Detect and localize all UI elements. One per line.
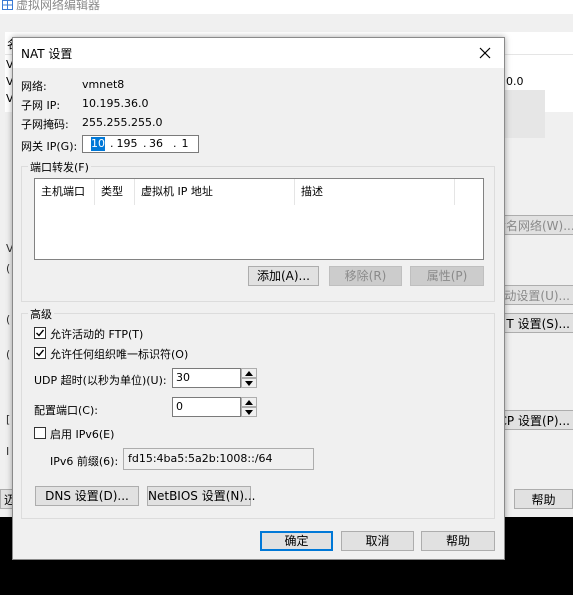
gateway-ip-input[interactable]: 10 . 195 . 36 . 1 [82,135,199,153]
bg-help-button[interactable]: 帮助 [514,489,573,509]
checkmark-icon [36,349,45,357]
port-forwarding-list-header: 主机端口 类型 虚拟机 IP 地址 描述 [35,179,483,205]
auto-settings-button[interactable]: 动设置(U)... [493,285,573,305]
enable-ipv6-checkbox[interactable] [34,427,46,439]
add-port-button[interactable]: 添加(A)... [248,266,319,286]
column-type[interactable]: 类型 [95,179,135,205]
allow-oui-checkbox[interactable] [34,347,46,359]
advanced-title: 高级 [28,306,54,322]
network-value: vmnet8 [82,78,125,91]
port-properties-button[interactable]: 属性(P) [410,266,484,286]
subnet-mask-value: 255.255.255.0 [82,116,163,129]
subnet-ip-label: 子网 IP: [21,99,61,112]
netbios-settings-button[interactable]: NetBIOS 设置(N)... [147,486,256,506]
dhcp-settings-button[interactable]: CP 设置(P)... [493,410,573,430]
gateway-octet-3[interactable]: 36 [147,137,165,151]
ipv6-prefix-input[interactable]: fd15:4ba5:5a2b:1008::/64 [123,448,314,470]
table-cell: 0.0 [506,75,524,88]
subnet-ip-value: 10.195.36.0 [82,97,149,110]
subnet-mask-label: 子网掩码: [21,118,69,131]
ok-button[interactable]: 确定 [260,531,333,551]
enable-ipv6-label[interactable]: 启用 IPv6(E) [50,426,114,442]
column-vm-ip[interactable]: 虚拟机 IP 地址 [135,179,295,205]
side-label: I [6,445,10,458]
close-button[interactable] [472,40,498,66]
editor-title: 虚拟网络编辑器 [16,0,101,12]
nat-settings-dialog: NAT 设置 网络: vmnet8 子网 IP: 10.195.36.0 子网掩… [12,37,505,560]
network-label: 网络: [21,80,47,93]
arrow-up-icon [245,371,253,376]
port-forwarding-title: 端口转发(F) [28,159,91,175]
config-port-input[interactable]: 0 [172,397,241,417]
side-label: ( [6,348,11,361]
config-port-spinner[interactable] [241,397,257,417]
close-icon [479,47,491,59]
spin-up-button[interactable] [241,397,257,407]
column-host-port[interactable]: 主机端口 [35,179,95,205]
dns-settings-button[interactable]: DNS 设置(D)... [35,486,139,506]
side-label: ( [6,313,11,326]
arrow-down-icon [245,410,253,415]
arrow-up-icon [245,400,253,405]
dialog-titlebar: NAT 设置 [13,38,504,68]
gateway-octet-4[interactable]: 1 [179,137,191,151]
spin-up-button[interactable] [241,368,257,378]
udp-timeout-label: UDP 超时(以秒为单位)(U): [34,374,167,387]
allow-ftp-label[interactable]: 允许活动的 FTP(T) [50,326,143,342]
arrow-down-icon [245,381,253,386]
spin-down-button[interactable] [241,407,257,417]
gateway-octet-1[interactable]: 10 [91,137,105,151]
cancel-button[interactable]: 取消 [341,531,414,551]
side-label: ( [6,262,11,275]
app-icon [2,0,13,10]
editor-titlebar: 虚拟网络编辑器 [0,0,573,14]
port-forwarding-list[interactable]: 主机端口 类型 虚拟机 IP 地址 描述 [34,178,484,260]
remove-port-button[interactable]: 移除(R) [329,266,402,286]
udp-timeout-input[interactable]: 30 [172,368,241,388]
gateway-octet-2[interactable]: 195 [115,137,139,151]
allow-oui-label[interactable]: 允许任何组织唯一标识符(O) [50,346,188,362]
spin-down-button[interactable] [241,378,257,388]
udp-timeout-spinner[interactable] [241,368,257,388]
side-label: [ [6,413,11,426]
dialog-title: NAT 设置 [21,47,73,61]
config-port-label: 配置端口(C): [34,404,98,417]
column-description[interactable]: 描述 [295,179,455,205]
help-button[interactable]: 帮助 [421,531,495,551]
allow-ftp-checkbox[interactable] [34,327,46,339]
rename-network-button[interactable]: 命名网络(W)... [493,215,573,235]
gateway-ip-label: 网关 IP(G): [21,140,78,153]
nat-settings-button[interactable]: T 设置(S)... [493,313,573,333]
checkmark-icon [36,329,45,337]
ipv6-prefix-label: IPv6 前缀(6): [50,455,119,468]
